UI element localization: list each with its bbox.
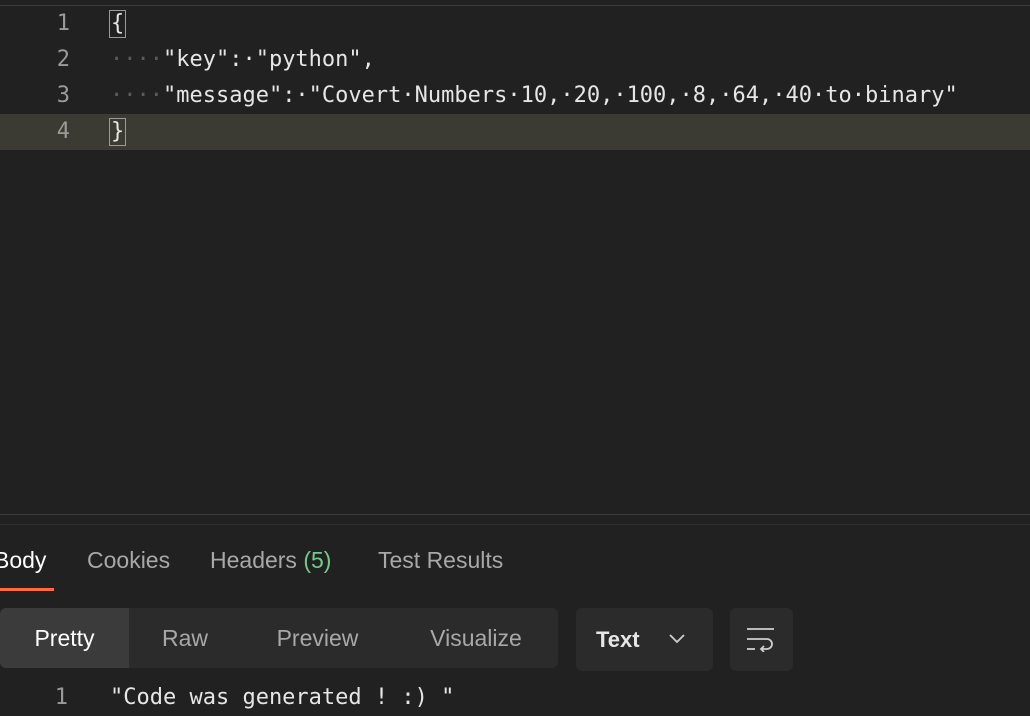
format-dropdown[interactable]: Text: [576, 608, 713, 671]
pane-divider[interactable]: [0, 514, 1030, 515]
tab-headers[interactable]: Headers (5): [210, 544, 331, 576]
wrap-lines-icon: [747, 628, 774, 652]
line-code: {: [108, 6, 127, 42]
line-number: 3: [56, 83, 70, 108]
tab-body[interactable]: Body: [0, 544, 46, 576]
close-brace: }: [108, 118, 127, 146]
response-body-viewer[interactable]: 1 "Code was generated ! :) ": [0, 680, 1030, 716]
tab-headers-label: Headers: [210, 547, 297, 573]
editor-line: 2 ····"key":·"python",: [0, 42, 1030, 78]
code-text: "message":·"Covert·Numbers·10,·20,·100,·…: [162, 83, 958, 108]
view-mode-selector: Pretty Raw Preview Visualize: [0, 608, 558, 668]
editor-line-active: 4 }: [0, 114, 1030, 150]
line-number: 1: [56, 11, 70, 36]
view-mode-preview[interactable]: Preview: [241, 608, 394, 668]
pane-divider-inner: [0, 524, 1030, 525]
line-number: 1: [54, 685, 68, 710]
line-code: ····"message":·"Covert·Numbers·10,·20,·1…: [110, 78, 958, 114]
active-tab-indicator: [0, 588, 54, 591]
request-body-editor[interactable]: 1 { 2 ····"key":·"python", 3 ····"messag…: [0, 6, 1030, 514]
line-code: }: [108, 114, 127, 150]
line-code: ····"key":·"python",: [110, 42, 375, 78]
format-selected-value: Text: [596, 627, 640, 652]
indent-dots: ····: [110, 83, 163, 108]
chevron-down-icon: [669, 634, 685, 644]
line-number: 2: [56, 47, 70, 72]
postman-window: 1 { 2 ····"key":·"python", 3 ····"messag…: [0, 0, 1030, 716]
line-number: 4: [56, 119, 70, 144]
indent-dots: ····: [110, 47, 163, 72]
headers-count-badge: (5): [303, 547, 332, 573]
view-mode-raw[interactable]: Raw: [129, 608, 241, 668]
view-mode-pretty[interactable]: Pretty: [0, 608, 129, 668]
tab-cookies[interactable]: Cookies: [87, 544, 170, 576]
open-brace: {: [108, 10, 127, 38]
editor-line: 3 ····"message":·"Covert·Numbers·10,·20,…: [0, 78, 1030, 114]
wrap-lines-button[interactable]: [730, 608, 793, 671]
response-text: "Code was generated ! :) ": [110, 685, 455, 710]
tab-test-results[interactable]: Test Results: [378, 544, 503, 576]
view-mode-visualize[interactable]: Visualize: [394, 608, 558, 668]
response-tabs: Body Cookies Headers (5) Test Results: [0, 532, 1030, 592]
editor-line: 1 {: [0, 6, 1030, 42]
code-text: "key":·"python",: [162, 47, 375, 72]
